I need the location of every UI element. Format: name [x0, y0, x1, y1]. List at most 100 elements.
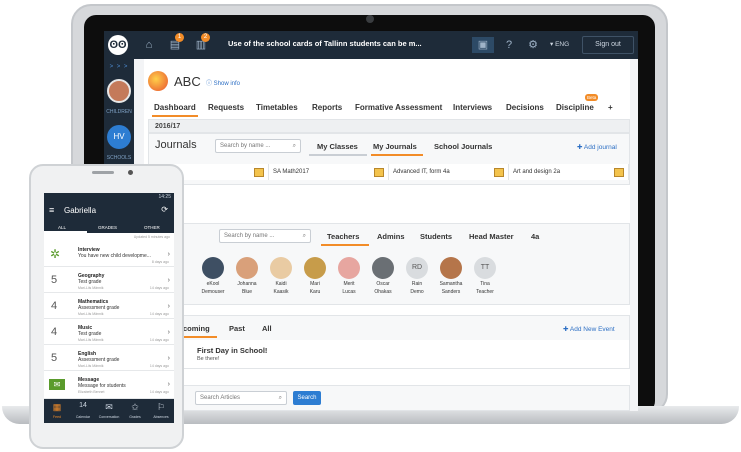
- item-sender: Elizabeth Bennet: [78, 390, 105, 394]
- tab-decisions[interactable]: Decisions: [506, 103, 544, 112]
- announcement-text[interactable]: Use of the school cards of Tallinn stude…: [228, 39, 422, 48]
- add-journal-label: Add journal: [583, 144, 617, 151]
- members-search-input[interactable]: Search by name ... ⌕: [219, 229, 311, 243]
- add-event-link[interactable]: ✚ Add New Event: [563, 325, 615, 333]
- gear-icon[interactable]: ⚙: [524, 37, 542, 53]
- articles-search-input[interactable]: Search Articles ⌕: [195, 391, 287, 405]
- phone-list-item[interactable]: ✲ Interview You have new child developme…: [44, 243, 174, 267]
- member-card[interactable]: Merit Lucas: [332, 257, 366, 295]
- chevron-right-icon: ›: [167, 251, 170, 258]
- phone-tab-all[interactable]: ALL: [58, 225, 66, 230]
- member-avatar: [338, 257, 360, 279]
- tab-interviews[interactable]: Interviews: [453, 103, 492, 112]
- feed-icon[interactable]: ▦: [45, 402, 69, 413]
- item-date: 14 days ago: [149, 338, 169, 342]
- member-card[interactable]: RD Rain Demo: [400, 257, 434, 295]
- member-first-name: Mari: [310, 281, 320, 287]
- journal-item[interactable]: Advanced IT, form 4a: [389, 164, 509, 180]
- member-last-name: Kaasik: [273, 289, 289, 295]
- laptop-screen: ʘʘ ⌂ ▤ 1 ▥ 2 Use of the school cards of …: [104, 31, 638, 411]
- member-first-name: Merit: [343, 281, 355, 287]
- phone-tab-other[interactable]: OTHER: [144, 225, 160, 230]
- tab-discipline[interactable]: Discipline: [556, 103, 594, 112]
- phone-list-item[interactable]: ✉ Message Message for students Elizabeth…: [44, 373, 174, 399]
- journal-item-label: Advanced IT, form 4a: [393, 169, 450, 175]
- tab-my-journals[interactable]: My Journals: [373, 142, 417, 151]
- tree-icon: ✲: [50, 247, 61, 261]
- calendar-icon[interactable]: 14: [71, 402, 95, 409]
- news-icon[interactable]: ▣: [472, 37, 494, 53]
- grades-icon[interactable]: ✩: [123, 402, 147, 413]
- phone-list-item[interactable]: 4 Mathematics Assessment grade Mari-Liis…: [44, 295, 174, 319]
- sign-out-button[interactable]: Sign out: [582, 36, 634, 54]
- phone-tab-grades[interactable]: GRADES: [98, 225, 117, 230]
- nav-grades-label: Grades: [129, 415, 141, 419]
- journal-item[interactable]: Art and design 2a: [509, 164, 629, 180]
- nav-conversation-label: Conversation: [98, 415, 120, 419]
- member-card[interactable]: Oscar Ohakas: [366, 257, 400, 295]
- tab-past[interactable]: Past: [229, 324, 245, 333]
- tab-all[interactable]: All: [262, 324, 272, 333]
- member-first-name: Oscar: [376, 281, 390, 287]
- search-icon: ⌕: [292, 143, 296, 149]
- beta-badge: Beta: [585, 94, 599, 101]
- phone-list-item[interactable]: 5 Geography Test grade Mari-Liis Männik …: [44, 269, 174, 293]
- conversation-icon[interactable]: ✉: [97, 402, 121, 413]
- events-section: s Upcoming Past All ✚ Add New Event 017 …: [148, 315, 630, 369]
- event-row[interactable]: 017 First Day in School! Be there!: [149, 340, 629, 368]
- journals-search-input[interactable]: Search by name ... ⌕: [215, 139, 301, 153]
- tab-dashboard[interactable]: Dashboard: [154, 103, 196, 112]
- member-card[interactable]: Kaidi Kaasik: [264, 257, 298, 295]
- tab-teachers[interactable]: Teachers: [327, 232, 359, 241]
- member-card[interactable]: Johanna Blue: [230, 257, 264, 295]
- sidebar-expand-arrows[interactable]: > > >: [104, 64, 134, 70]
- absences-icon[interactable]: ⚐: [149, 402, 173, 413]
- member-avatar: [202, 257, 224, 279]
- child-avatar[interactable]: [107, 79, 131, 103]
- tab-formative-assessment[interactable]: Formative Assessment: [355, 103, 442, 112]
- grade-value: 5: [50, 274, 58, 286]
- school-avatar[interactable]: HV: [107, 125, 131, 149]
- help-icon[interactable]: ?: [500, 37, 518, 53]
- language-select[interactable]: ▾ ENG: [550, 40, 569, 48]
- sidebar-children-label: CHILDREN: [106, 109, 132, 115]
- member-card[interactable]: Samantha Sanders: [434, 257, 468, 295]
- tab-school-journals[interactable]: School Journals: [434, 142, 492, 151]
- member-card[interactable]: eKool Demouser: [196, 257, 230, 295]
- item-date: 14 days ago: [149, 390, 169, 394]
- member-first-name: Kaidi: [275, 281, 287, 287]
- item-subtitle: Test grade: [78, 331, 102, 337]
- school-year: 2016/17: [155, 123, 181, 130]
- tab-timetables[interactable]: Timetables: [256, 103, 298, 112]
- phone-tab-underline: [44, 231, 87, 233]
- journal-item[interactable]: SA Math2017: [269, 164, 389, 180]
- refresh-icon[interactable]: ⟳: [161, 205, 168, 214]
- member-last-name: Blue: [241, 289, 252, 295]
- articles-section: Search Articles ⌕ Search: [148, 385, 630, 411]
- tab-students[interactable]: Students: [420, 232, 452, 241]
- member-last-name: Demo: [410, 289, 424, 295]
- add-journal-link[interactable]: ✚ Add journal: [577, 143, 617, 151]
- member-initials: RD: [406, 257, 428, 279]
- tab-requests[interactable]: Requests: [208, 103, 244, 112]
- tab-my-classes[interactable]: My Classes: [317, 142, 358, 151]
- tab-head-master[interactable]: Head Master: [469, 232, 514, 241]
- item-date: 14 days ago: [149, 364, 169, 368]
- member-card[interactable]: Mari Karu: [298, 257, 332, 295]
- member-avatar: [270, 257, 292, 279]
- grade-value: 5: [50, 352, 58, 364]
- articles-search-button[interactable]: Search: [293, 391, 321, 405]
- phone-list-item[interactable]: 4 Music Test grade Mari-Liis Männik 14 d…: [44, 321, 174, 345]
- phone-list-item[interactable]: 5 English Assessment grade Mari-Liis Män…: [44, 347, 174, 371]
- owl-logo-icon[interactable]: ʘʘ: [108, 35, 128, 55]
- tab-reports[interactable]: Reports: [312, 103, 342, 112]
- item-teacher: Mari-Liis Männik: [78, 286, 104, 290]
- journal-item-label: SA Math2017: [273, 169, 310, 175]
- hamburger-menu-icon[interactable]: ≡: [49, 205, 54, 215]
- show-info-link[interactable]: ⓘ Show info: [206, 78, 240, 87]
- tab-4a[interactable]: 4a: [531, 232, 539, 241]
- tab-admins[interactable]: Admins: [377, 232, 405, 241]
- tab-add[interactable]: +: [608, 103, 613, 112]
- home-icon[interactable]: ⌂: [140, 37, 158, 53]
- member-card[interactable]: TT Tina Teacher: [468, 257, 502, 295]
